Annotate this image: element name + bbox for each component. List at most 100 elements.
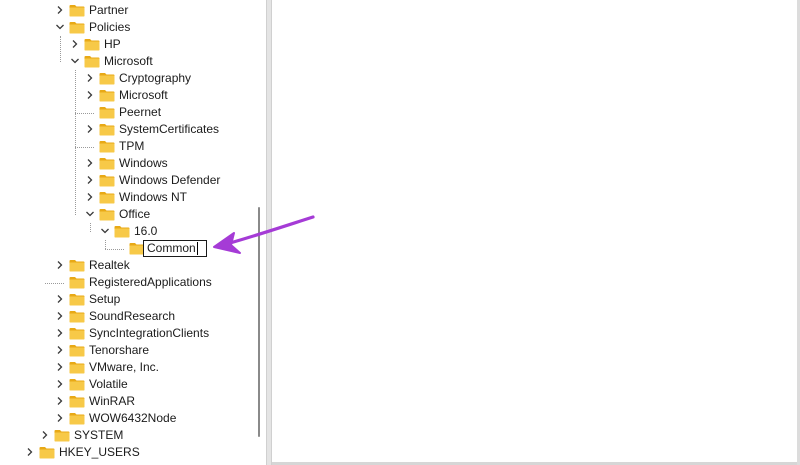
chevron-right-icon[interactable] xyxy=(54,410,66,427)
tree-item[interactable]: SystemCertificates xyxy=(84,121,219,138)
chevron-right-icon[interactable] xyxy=(54,291,66,308)
tree-item-label: Cryptography xyxy=(119,71,192,85)
chevron-right-icon[interactable] xyxy=(84,155,96,172)
tree-expander-placeholder xyxy=(84,104,96,121)
arrow-icon xyxy=(213,215,315,254)
tree-item-label: WinRAR xyxy=(89,394,136,408)
chevron-right-icon[interactable] xyxy=(39,427,51,444)
folder-icon xyxy=(39,446,55,459)
folder-icon xyxy=(99,191,115,204)
chevron-right-icon[interactable] xyxy=(54,308,66,325)
tree-item-label: VMware, Inc. xyxy=(89,360,160,374)
folder-icon xyxy=(69,21,85,34)
chevron-down-icon[interactable] xyxy=(99,223,111,240)
tree-item[interactable]: VMware, Inc. xyxy=(54,359,159,376)
tree-item[interactable]: WOW6432Node xyxy=(54,410,176,427)
folder-icon xyxy=(69,361,85,374)
tree-item[interactable]: Windows xyxy=(84,155,168,172)
tree-item[interactable]: SoundResearch xyxy=(54,308,175,325)
tree-item-label: Tenorshare xyxy=(89,343,150,357)
tree-item[interactable]: Windows Defender xyxy=(84,172,220,189)
rename-key-input[interactable]: Common xyxy=(143,240,207,257)
tree-item[interactable]: SyncIntegrationClients xyxy=(54,325,209,342)
text-caret xyxy=(196,242,198,255)
chevron-right-icon[interactable] xyxy=(84,121,96,138)
tree-item-label: Realtek xyxy=(89,258,130,272)
folder-icon xyxy=(69,395,85,408)
tree-item[interactable]: Peernet xyxy=(84,104,161,121)
folder-icon xyxy=(69,412,85,425)
folder-icon xyxy=(99,89,115,102)
folder-icon xyxy=(69,293,85,306)
tree-item[interactable]: Realtek xyxy=(54,257,130,274)
tree-item[interactable]: Partner xyxy=(54,2,128,19)
chevron-right-icon[interactable] xyxy=(54,325,66,342)
tree-item[interactable]: Windows NT xyxy=(84,189,187,206)
tree-item-label: SystemCertificates xyxy=(119,122,220,136)
tree-item-label: Microsoft xyxy=(119,88,168,102)
chevron-right-icon[interactable] xyxy=(54,359,66,376)
tree-item-label: SyncIntegrationClients xyxy=(89,326,210,340)
tree-item[interactable]: WinRAR xyxy=(54,393,135,410)
tree-item-label: Peernet xyxy=(119,105,162,119)
tree-item-label: Windows NT xyxy=(119,190,188,204)
tree-item[interactable]: Setup xyxy=(54,291,120,308)
tree-item[interactable]: Policies xyxy=(54,19,130,36)
tree-item[interactable]: Office xyxy=(84,206,150,223)
chevron-right-icon[interactable] xyxy=(84,70,96,87)
tree-item-label: HKEY_USERS xyxy=(59,445,140,459)
chevron-right-icon[interactable] xyxy=(54,376,66,393)
tree-item-label: Policies xyxy=(89,20,131,34)
chevron-down-icon[interactable] xyxy=(69,53,81,70)
folder-icon xyxy=(114,225,130,238)
tree-item[interactable]: HKEY_USERS xyxy=(24,444,140,461)
tree-item[interactable]: Cryptography xyxy=(84,70,191,87)
folder-icon xyxy=(99,157,115,170)
tree-item[interactable]: HP xyxy=(69,36,121,53)
tree-item-label: RegisteredApplications xyxy=(89,275,212,289)
tree-item[interactable]: RegisteredApplications xyxy=(54,274,212,291)
tree-item-label: Volatile xyxy=(89,377,128,391)
folder-icon xyxy=(99,140,115,153)
tree-expander-placeholder xyxy=(84,138,96,155)
chevron-right-icon[interactable] xyxy=(69,36,81,53)
tree-item[interactable]: Microsoft xyxy=(69,53,153,70)
tree-item[interactable]: Tenorshare xyxy=(54,342,149,359)
folder-icon xyxy=(69,327,85,340)
tree-item[interactable]: TPM xyxy=(84,138,144,155)
chevron-right-icon[interactable] xyxy=(54,2,66,19)
tree-item-label: Windows xyxy=(119,156,168,170)
chevron-right-icon[interactable] xyxy=(84,189,96,206)
chevron-right-icon[interactable] xyxy=(24,444,36,461)
rename-key-value: Common xyxy=(147,241,196,255)
tree-item[interactable]: SYSTEM xyxy=(39,427,123,444)
tree-item[interactable]: Microsoft xyxy=(84,87,168,104)
chevron-right-icon[interactable] xyxy=(84,87,96,104)
folder-icon xyxy=(69,276,85,289)
tree-item-label: SYSTEM xyxy=(74,428,124,442)
folder-icon xyxy=(69,378,85,391)
tree-expander-placeholder xyxy=(114,240,126,257)
tree-guide-line xyxy=(90,223,91,232)
tree-item[interactable]: 16.0 xyxy=(99,223,157,240)
tree-item-label: SoundResearch xyxy=(89,309,176,323)
folder-icon xyxy=(99,174,115,187)
tree-item-label: WOW6432Node xyxy=(89,411,177,425)
tree-item-label: TPM xyxy=(119,139,145,153)
tree-item[interactable]: Volatile xyxy=(54,376,128,393)
chevron-down-icon[interactable] xyxy=(54,19,66,36)
folder-icon xyxy=(69,259,85,272)
folder-icon xyxy=(99,208,115,221)
tree-guide-line xyxy=(60,36,61,62)
folder-icon xyxy=(99,72,115,85)
tree-guide-line xyxy=(75,70,76,215)
folder-icon xyxy=(99,106,115,119)
chevron-right-icon[interactable] xyxy=(54,342,66,359)
chevron-right-icon[interactable] xyxy=(54,257,66,274)
chevron-right-icon[interactable] xyxy=(84,172,96,189)
values-pane[interactable] xyxy=(272,0,800,465)
folder-icon xyxy=(84,38,100,51)
chevron-right-icon[interactable] xyxy=(54,393,66,410)
chevron-down-icon[interactable] xyxy=(84,206,96,223)
tree-item-label: Microsoft xyxy=(104,54,153,68)
